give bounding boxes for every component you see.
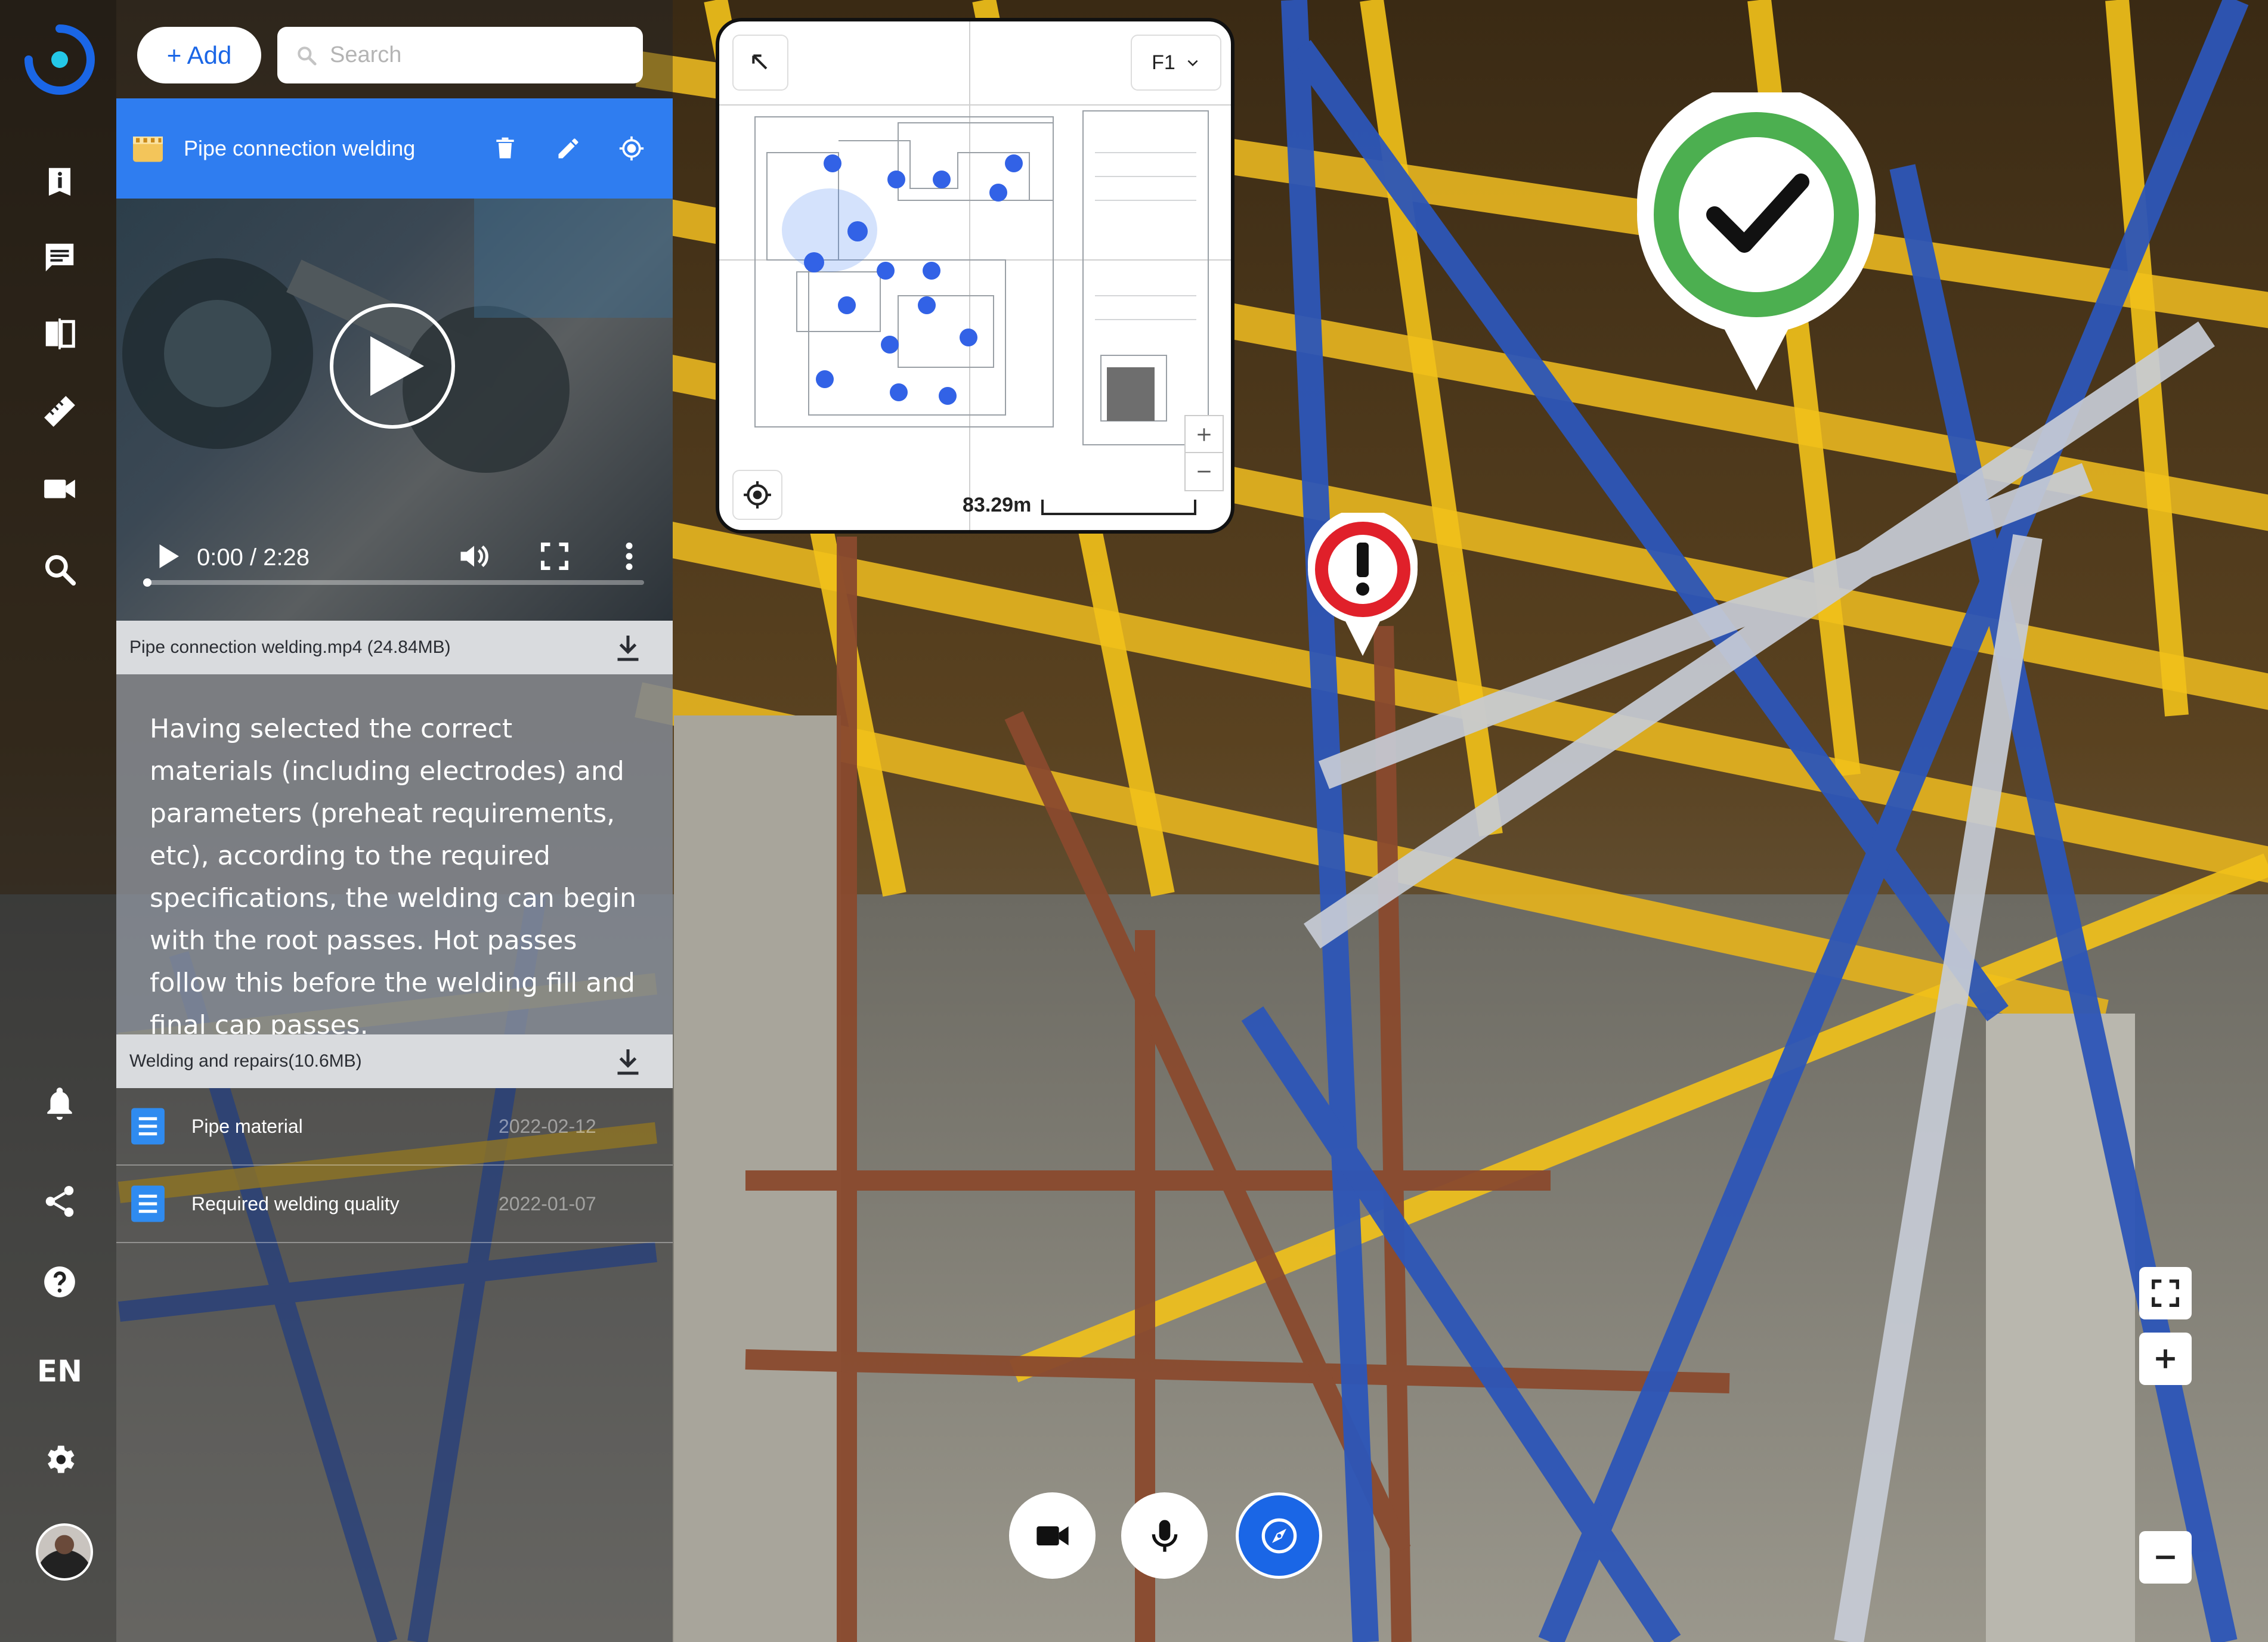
more-options-icon[interactable] (617, 538, 641, 574)
download-icon[interactable] (610, 630, 646, 665)
description-card: Having selected the correct materials (i… (116, 674, 673, 1040)
map-zoom-out-button[interactable] (1184, 452, 1224, 491)
target-icon (619, 136, 644, 161)
document-icon (131, 1185, 165, 1222)
document-date: 2022-01-07 (499, 1192, 596, 1215)
volume-icon[interactable] (456, 538, 492, 574)
microphone-icon (1152, 1519, 1177, 1552)
search-field[interactable] (277, 27, 643, 83)
language-label: EN (36, 1354, 82, 1389)
pencil-icon (558, 138, 578, 159)
language-button[interactable]: EN (24, 1336, 95, 1407)
info-button[interactable] (24, 146, 95, 218)
item-title: Pipe connection welding (184, 136, 416, 160)
notifications-button[interactable] (24, 1067, 95, 1139)
measure-button[interactable] (24, 376, 95, 447)
settings-icon (48, 1445, 75, 1473)
video-clip-icon (133, 137, 163, 162)
compass-icon (1261, 1518, 1297, 1553)
document-row[interactable]: Required welding quality 2022-01-07 (116, 1166, 673, 1243)
map-locate-button[interactable] (732, 470, 782, 520)
video-camera-icon (1036, 1526, 1069, 1545)
arrow-up-left-icon (752, 54, 768, 70)
approved-marker[interactable] (1634, 92, 1879, 391)
fullscreen-icon (2152, 1279, 2179, 1307)
description-text: Having selected the correct materials (i… (150, 714, 636, 1040)
floor-plan-minimap[interactable]: F1 83.29m (716, 18, 1234, 534)
app-logo[interactable] (24, 24, 95, 95)
map-expand-button[interactable] (732, 35, 788, 91)
left-toolbar: EN (0, 0, 116, 1642)
detail-panel: + Add Pipe connection welding (116, 0, 673, 1642)
logo-icon (24, 24, 95, 95)
fullscreen-icon[interactable] (537, 538, 573, 574)
trash-icon (496, 137, 514, 159)
map-scale-bar (1041, 500, 1196, 515)
info-icon (48, 168, 71, 196)
video-camera-icon (44, 479, 75, 498)
search-button[interactable] (24, 534, 95, 605)
zoom-in-button[interactable] (2139, 1333, 2192, 1385)
plus-icon (1198, 428, 1211, 441)
video-button[interactable] (24, 453, 95, 525)
warning-marker[interactable] (1306, 513, 1419, 656)
compare-icon (45, 318, 75, 349)
floor-plan-drawing (719, 21, 1231, 530)
file-attachment[interactable]: Welding and repairs(10.6MB) (116, 1034, 673, 1088)
record-video-button[interactable] (1009, 1492, 1096, 1579)
zoom-out-button[interactable] (2139, 1531, 2192, 1584)
progress-knob[interactable] (143, 578, 151, 587)
document-name: Pipe material (191, 1115, 303, 1137)
crosshair-icon (744, 481, 771, 509)
share-button[interactable] (24, 1166, 95, 1237)
video-player[interactable]: 0:00 / 2:28 (116, 199, 673, 621)
chevron-down-icon (1187, 60, 1198, 67)
minus-icon (1198, 470, 1211, 473)
plus-icon (2156, 1349, 2175, 1368)
bell-icon (47, 1088, 72, 1120)
share-icon (45, 1186, 74, 1217)
search-icon (45, 554, 76, 586)
record-audio-button[interactable] (1121, 1492, 1208, 1579)
map-zoom-in-button[interactable] (1184, 415, 1224, 454)
floor-select-value: F1 (1152, 51, 1175, 74)
file-name: Pipe connection welding.mp4 (24.84MB) (129, 637, 451, 657)
comments-button[interactable] (24, 222, 95, 293)
video-progress-bar[interactable] (143, 578, 644, 587)
video-time: 0:00 / 2:28 (197, 544, 310, 571)
file-attachment[interactable]: Pipe connection welding.mp4 (24.84MB) (116, 621, 673, 674)
document-row[interactable]: Pipe material 2022-02-12 (116, 1088, 673, 1166)
compass-button[interactable] (1236, 1492, 1322, 1579)
delete-button[interactable] (487, 130, 524, 167)
floor-select[interactable]: F1 (1131, 35, 1221, 91)
search-input[interactable] (329, 42, 629, 69)
locate-item-button[interactable] (613, 130, 650, 167)
settings-button[interactable] (24, 1424, 95, 1495)
comment-icon (45, 243, 74, 272)
item-header: Pipe connection welding (116, 98, 673, 199)
document-date: 2022-02-12 (499, 1115, 596, 1137)
user-avatar[interactable] (36, 1523, 93, 1581)
map-scale-label: 83.29m (963, 494, 1032, 516)
compare-button[interactable] (24, 298, 95, 370)
help-button[interactable] (24, 1246, 95, 1318)
minus-icon (2156, 1556, 2175, 1559)
ruler-icon (44, 396, 75, 427)
play-overlay-button[interactable] (330, 303, 455, 429)
play-icon[interactable] (149, 538, 185, 574)
exclamation-icon (1356, 543, 1369, 596)
document-icon (131, 1108, 165, 1145)
search-icon (298, 46, 317, 66)
add-button[interactable]: + Add (137, 27, 261, 83)
file-name: Welding and repairs(10.6MB) (129, 1051, 362, 1071)
fullscreen-button[interactable] (2139, 1267, 2192, 1319)
play-icon (370, 336, 424, 396)
document-name: Required welding quality (191, 1192, 400, 1215)
help-icon (44, 1266, 75, 1297)
download-icon[interactable] (610, 1043, 646, 1079)
edit-button[interactable] (550, 130, 587, 167)
